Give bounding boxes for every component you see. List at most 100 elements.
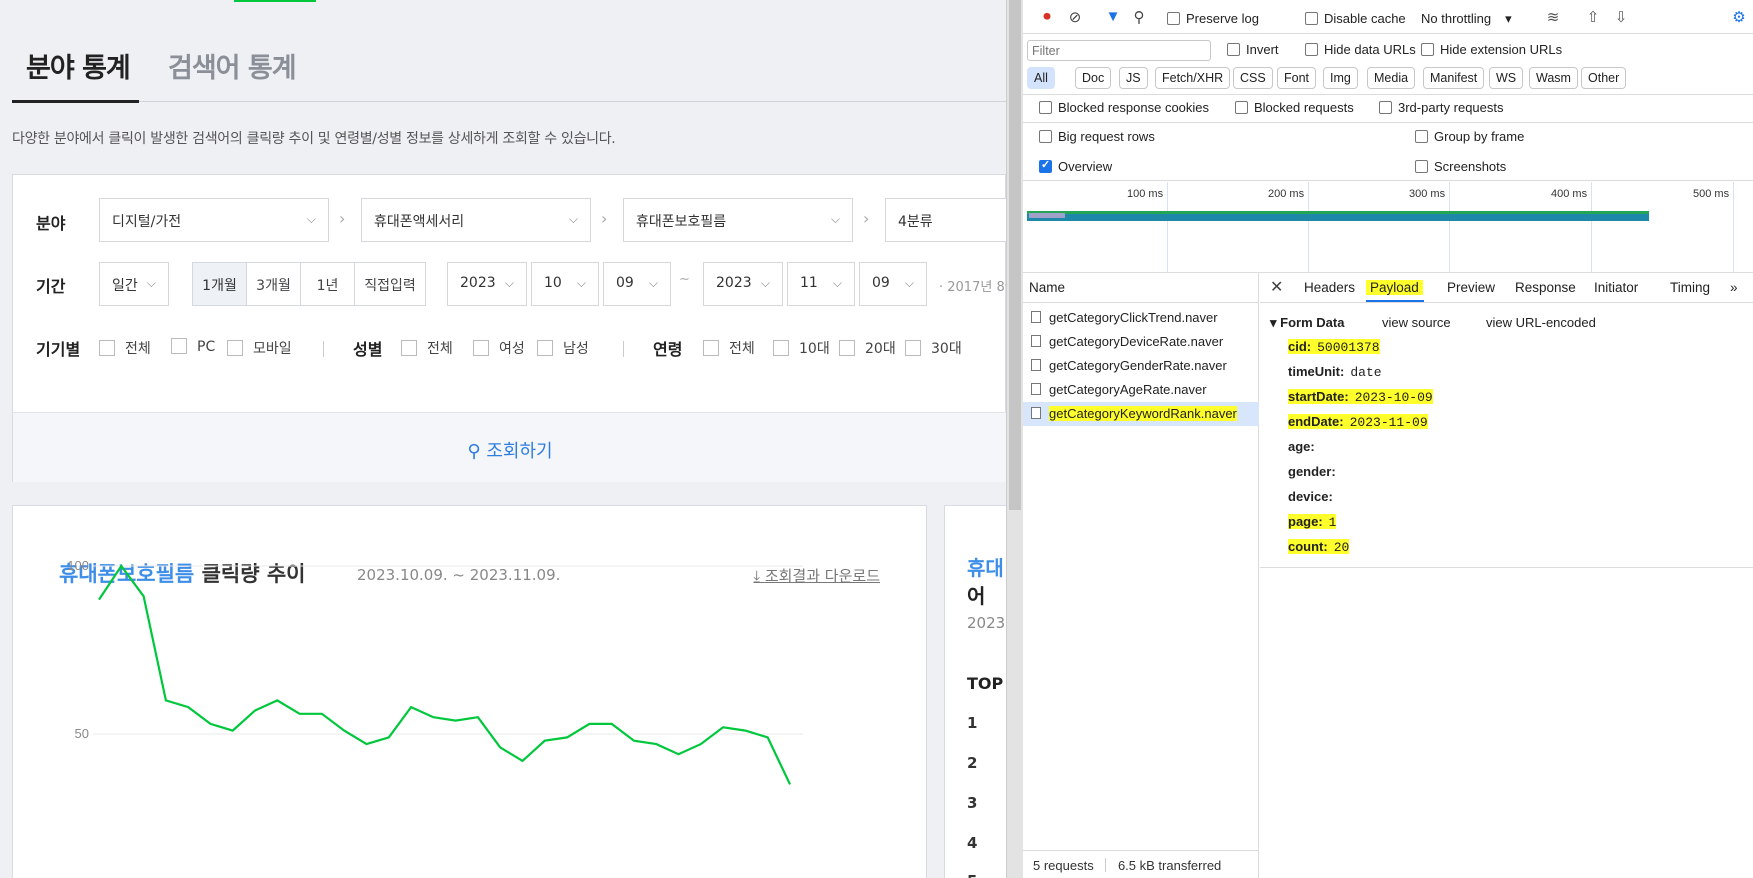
close-icon[interactable]: ✕ <box>1270 277 1283 297</box>
tab-headers[interactable]: Headers <box>1304 280 1355 295</box>
chevron-down-icon: ⌵ <box>830 212 840 226</box>
form-data-row-count: count: 20 <box>1288 539 1350 555</box>
tab-preview[interactable]: Preview <box>1447 280 1495 295</box>
period-preset-1m[interactable]: 1개월 <box>192 262 247 306</box>
type-filter-all[interactable]: All <box>1027 67 1055 89</box>
y-tick-label: 100 <box>67 558 89 573</box>
big-request-rows-checkbox[interactable]: Big request rows <box>1039 129 1155 144</box>
series-line <box>98 564 791 785</box>
gender-all-checkbox[interactable]: 전체 <box>401 338 453 358</box>
type-filter-other[interactable]: Other <box>1581 67 1627 89</box>
trend-line-chart: 100 50 <box>67 558 803 785</box>
search-icon[interactable]: ⚲ <box>1129 8 1149 28</box>
view-url-encoded-link[interactable]: view URL-encoded <box>1486 315 1596 330</box>
view-source-link[interactable]: view source <box>1382 315 1451 330</box>
file-icon <box>1031 407 1041 419</box>
tab-payload[interactable]: Payload <box>1366 280 1423 295</box>
end-year-select[interactable]: 2023 ⌵ <box>703 262 783 306</box>
category-select-1[interactable]: 디지털/가전 ⌵ <box>99 198 329 242</box>
invert-checkbox[interactable]: Invert <box>1227 42 1279 57</box>
device-label: 기기별 <box>36 340 81 359</box>
type-filter-fetchxhr[interactable]: Fetch/XHR <box>1155 67 1231 89</box>
type-filter-js[interactable]: JS <box>1119 67 1148 89</box>
gender-male-checkbox[interactable]: 남성 <box>537 338 589 358</box>
start-month-value: 10 <box>544 275 562 291</box>
divider <box>1023 122 1753 123</box>
tab-category-stats[interactable]: 분야 통계 <box>26 46 131 85</box>
category-select-4[interactable]: 4분류 <box>885 198 1006 242</box>
hide-extension-urls-checkbox[interactable]: Hide extension URLs <box>1421 42 1562 57</box>
category-select-2[interactable]: 휴대폰액세서리 ⌵ <box>361 198 591 242</box>
type-filter-manifest[interactable]: Manifest <box>1423 67 1485 89</box>
timeline-tick: 500 ms <box>1693 188 1730 200</box>
type-filter-ws[interactable]: WS <box>1489 67 1524 89</box>
tab-initiator[interactable]: Initiator <box>1594 280 1638 295</box>
screenshots-checkbox[interactable]: Screenshots <box>1415 159 1506 174</box>
gender-female-checkbox[interactable]: 여성 <box>473 338 525 358</box>
divider <box>1023 180 1753 181</box>
request-row[interactable]: getCategoryAgeRate.naver <box>1023 378 1259 402</box>
preserve-log-checkbox[interactable]: Preserve log <box>1167 11 1259 26</box>
export-icon[interactable]: ⇩ <box>1611 8 1631 28</box>
third-party-requests-checkbox[interactable]: 3rd-party requests <box>1379 100 1504 115</box>
trend-card: 휴대폰보호필름 클릭량 추이 2023.10.09. ~ 2023.11.09.… <box>12 505 927 878</box>
request-row[interactable]: getCategoryClickTrend.naver <box>1023 306 1259 330</box>
age-20s-checkbox[interactable]: 20대 <box>839 338 896 358</box>
period-preset-3m[interactable]: 3개월 <box>246 262 301 306</box>
record-stop-icon[interactable]: ⏺ <box>1037 8 1057 28</box>
age-all-checkbox[interactable]: 전체 <box>703 338 755 358</box>
hide-data-urls-checkbox[interactable]: Hide data URLs <box>1305 42 1416 57</box>
period-preset-custom[interactable]: 직접입력 <box>354 262 426 306</box>
type-filter-doc[interactable]: Doc <box>1075 67 1112 89</box>
throttling-select[interactable]: No throttling ▾ <box>1421 11 1512 27</box>
blocked-response-cookies-checkbox[interactable]: Blocked response cookies <box>1039 100 1209 115</box>
start-day-select[interactable]: 09 ⌵ <box>603 262 671 306</box>
name-column-header[interactable]: Name <box>1029 280 1065 295</box>
scrollbar-thumb[interactable] <box>1009 0 1021 510</box>
period-preset-1y[interactable]: 1년 <box>300 262 355 306</box>
type-filter-img[interactable]: Img <box>1323 67 1358 89</box>
request-row[interactable]: getCategoryDeviceRate.naver <box>1023 330 1259 354</box>
form-data-section-header[interactable]: ▾ Form Data <box>1270 315 1344 331</box>
start-year-value: 2023 <box>460 275 496 291</box>
network-conditions-icon[interactable]: ≋ <box>1543 8 1563 28</box>
overview-checkbox[interactable]: Overview <box>1039 158 1112 174</box>
rank-date-fragment: 2023 <box>967 614 1006 632</box>
device-pc-checkbox[interactable]: PC <box>171 338 215 355</box>
import-icon[interactable]: ⇧ <box>1583 8 1603 28</box>
age-10s-checkbox[interactable]: 10대 <box>773 338 830 358</box>
request-count: 5 requests <box>1033 858 1094 873</box>
clear-icon[interactable]: ⊘ <box>1065 8 1085 28</box>
search-button-label: 조회하기 <box>486 441 553 462</box>
blocked-requests-checkbox[interactable]: Blocked requests <box>1235 100 1354 115</box>
request-row-selected[interactable]: getCategoryKeywordRank.naver <box>1023 402 1259 426</box>
type-filter-media[interactable]: Media <box>1367 67 1416 89</box>
transferred-size: 6.5 kB transferred <box>1117 858 1222 873</box>
tab-timing[interactable]: Timing <box>1670 280 1710 295</box>
filter-icon[interactable]: ▼ <box>1103 8 1123 28</box>
age-30s-checkbox[interactable]: 30대 <box>905 338 962 358</box>
top-label: TOP <box>967 674 1004 693</box>
more-tabs-icon[interactable]: » <box>1730 280 1738 295</box>
type-filter-wasm[interactable]: Wasm <box>1529 67 1578 89</box>
type-filter-font[interactable]: Font <box>1277 67 1317 89</box>
tab-response[interactable]: Response <box>1515 280 1576 295</box>
page-scrollbar[interactable] <box>1007 0 1023 878</box>
category-select-3[interactable]: 휴대폰보호필름 ⌵ <box>623 198 853 242</box>
search-button[interactable]: ⚲ 조회하기 <box>13 412 1006 482</box>
settings-gear-icon[interactable]: ⚙ <box>1729 8 1749 28</box>
group-by-frame-checkbox[interactable]: Group by frame <box>1415 129 1524 144</box>
disable-cache-checkbox[interactable]: Disable cache <box>1305 11 1406 26</box>
period-unit-select[interactable]: 일간 ⌵ <box>99 262 169 306</box>
end-day-select[interactable]: 09 ⌵ <box>859 262 927 306</box>
device-all-checkbox[interactable]: 전체 <box>99 338 151 358</box>
device-mobile-checkbox[interactable]: 모바일 <box>227 338 292 358</box>
chevron-down-icon: ⌵ <box>306 212 316 226</box>
request-row[interactable]: getCategoryGenderRate.naver <box>1023 354 1259 378</box>
start-month-select[interactable]: 10 ⌵ <box>531 262 599 306</box>
tab-keyword-stats[interactable]: 검색어 통계 <box>168 46 297 85</box>
filter-input[interactable] <box>1027 40 1211 61</box>
type-filter-css[interactable]: CSS <box>1233 67 1273 89</box>
end-month-select[interactable]: 11 ⌵ <box>787 262 855 306</box>
start-year-select[interactable]: 2023 ⌵ <box>447 262 527 306</box>
